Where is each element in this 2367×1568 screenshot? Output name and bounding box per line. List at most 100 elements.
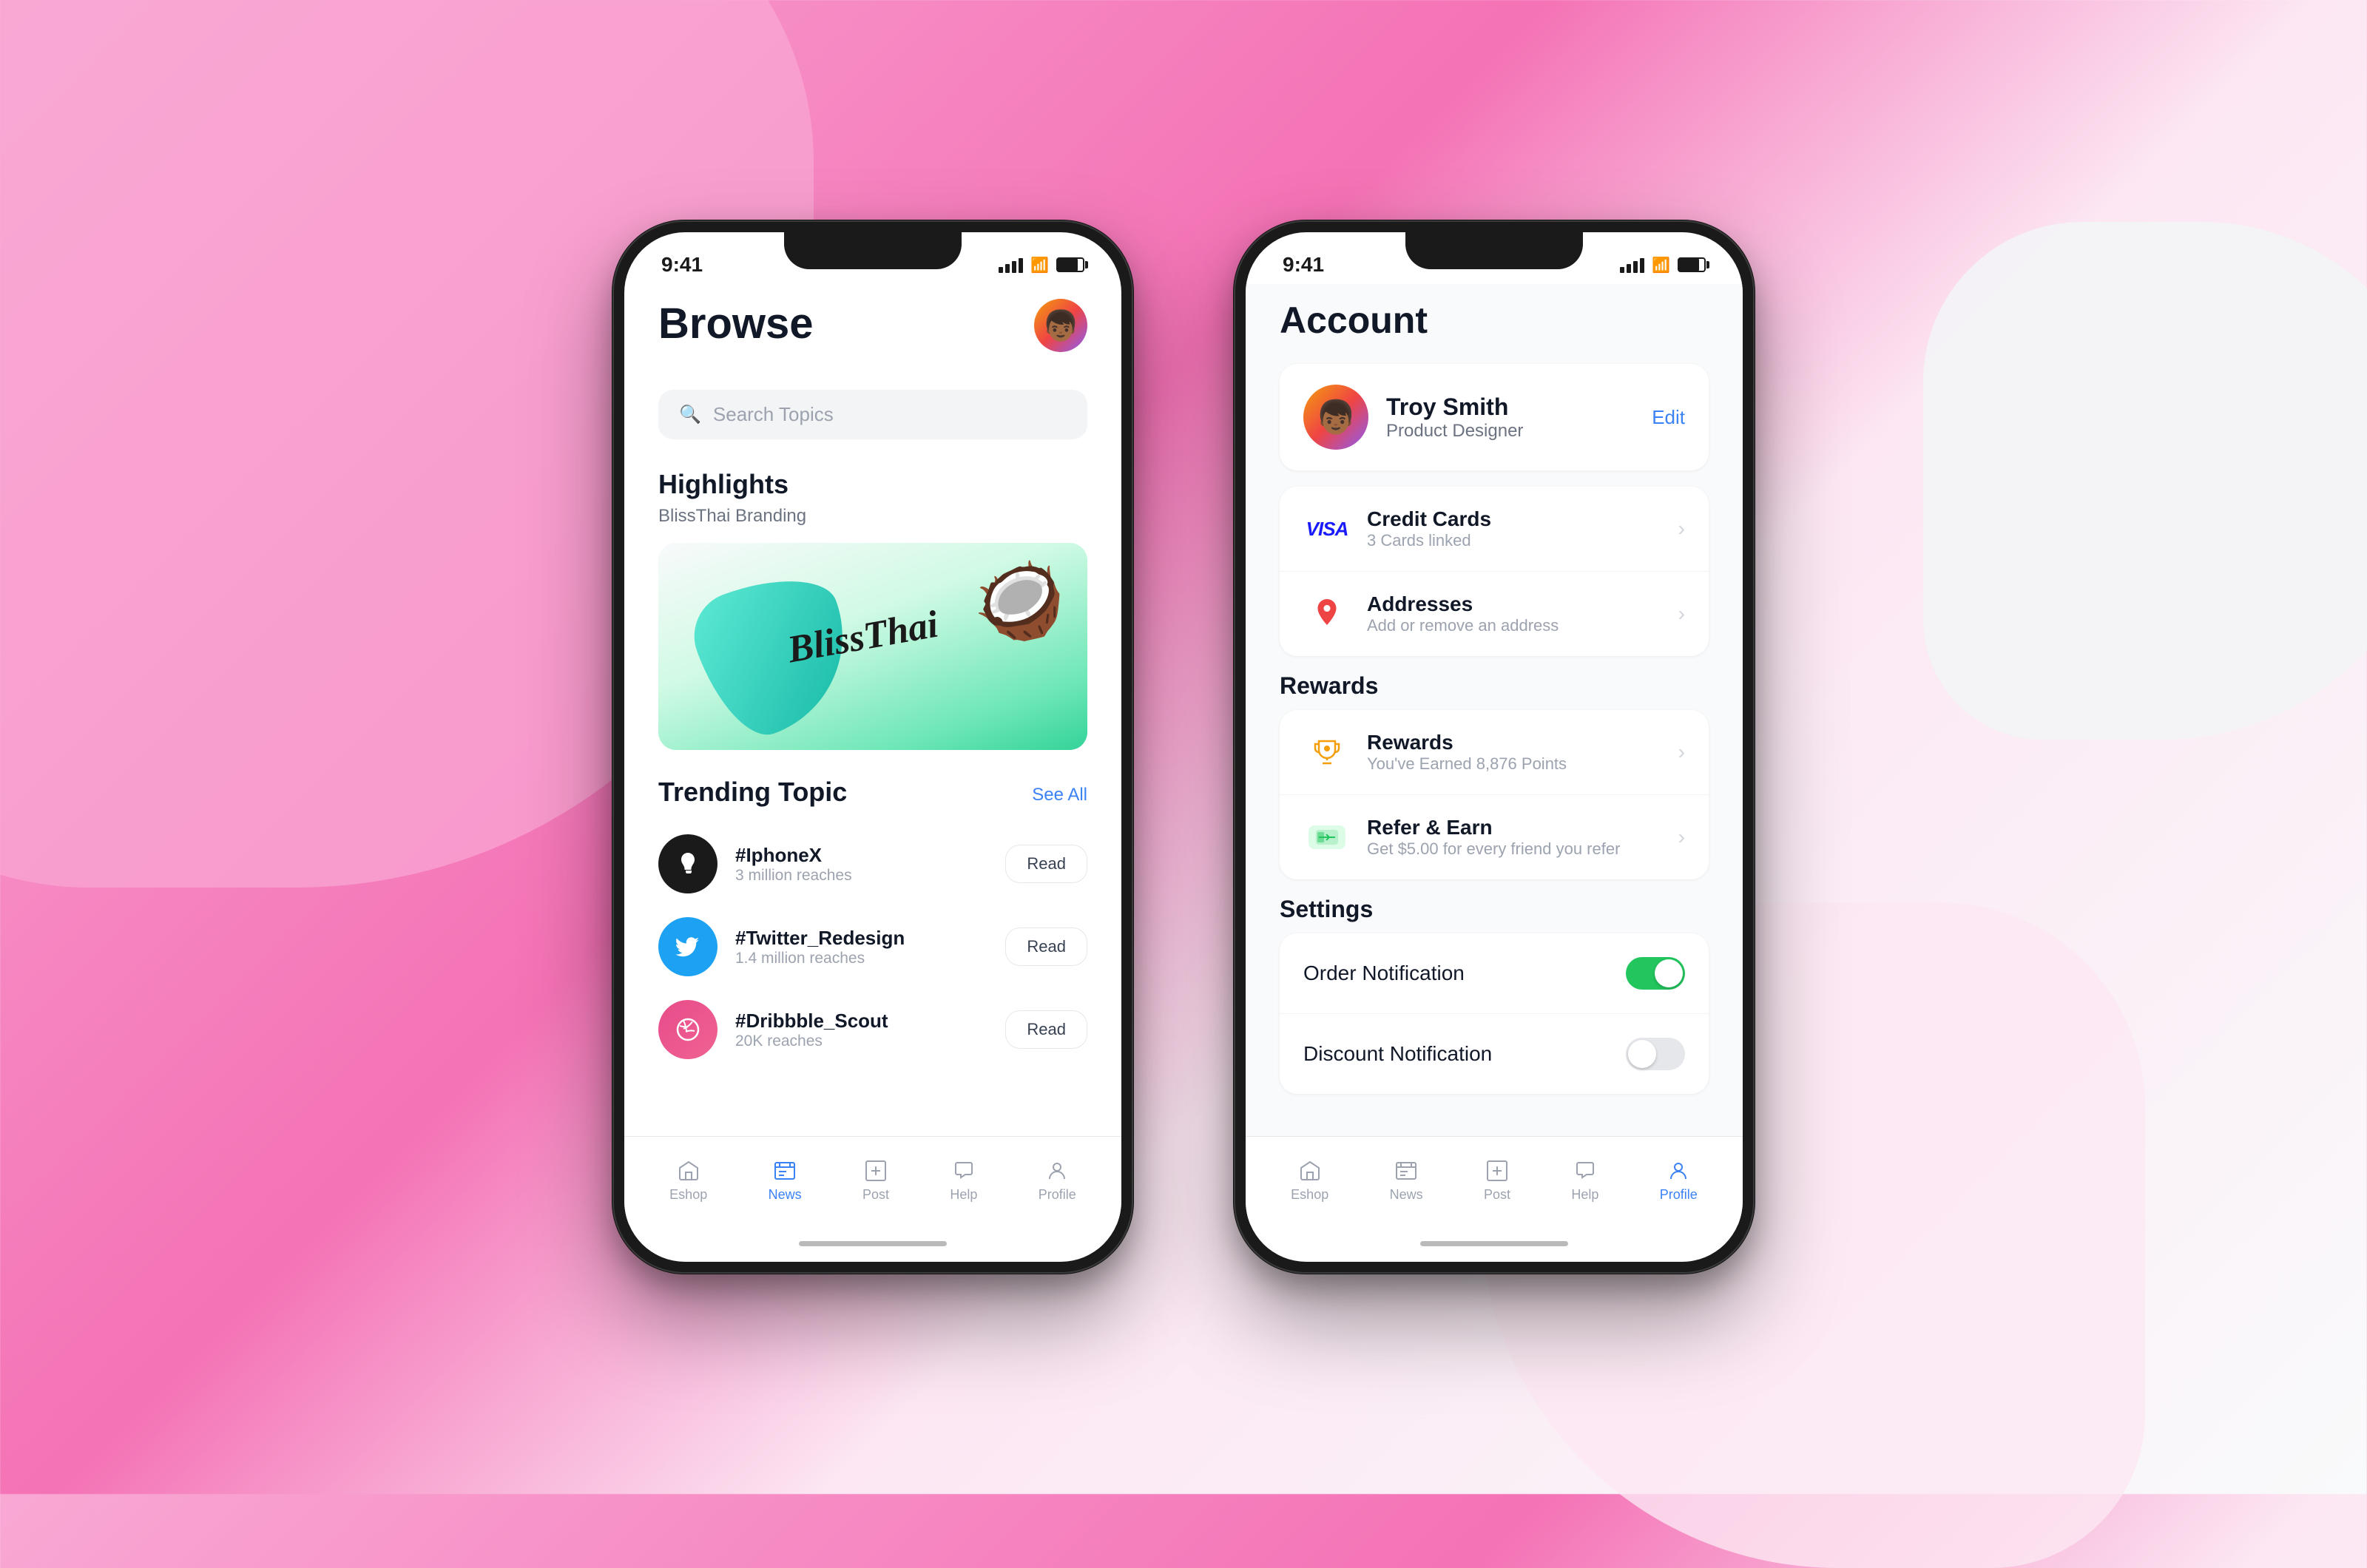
battery-icon-browse bbox=[1056, 257, 1084, 272]
profile-name: Troy Smith bbox=[1386, 393, 1634, 421]
see-all-btn[interactable]: See All bbox=[1032, 785, 1087, 805]
browse-content: Browse 👦🏾 🔍 Search Topics Highlights Bli… bbox=[624, 284, 1121, 1136]
rewards-item[interactable]: Rewards You've Earned 8,876 Points › bbox=[1280, 710, 1709, 795]
phones-container: 9:41 📶 bbox=[614, 222, 1753, 1272]
home-indicator-browse bbox=[624, 1225, 1121, 1262]
tab-news-browse[interactable]: News bbox=[769, 1159, 802, 1203]
topic-info-1: #IphoneX 3 million reaches bbox=[735, 844, 987, 885]
topic-reach-2: 1.4 million reaches bbox=[735, 950, 987, 967]
read-btn-3[interactable]: Read bbox=[1005, 1010, 1087, 1049]
rewards-menu-section: Rewards You've Earned 8,876 Points › bbox=[1280, 710, 1709, 879]
credit-cards-text: Credit Cards 3 Cards linked bbox=[1367, 507, 1662, 550]
order-notification-label: Order Notification bbox=[1303, 962, 1626, 985]
tab-eshop-browse[interactable]: Eshop bbox=[669, 1159, 707, 1203]
tab-help-browse[interactable]: Help bbox=[950, 1159, 977, 1203]
apple-icon bbox=[658, 834, 717, 893]
rewards-text: Rewards You've Earned 8,876 Points bbox=[1367, 731, 1662, 774]
tab-news-label-browse: News bbox=[769, 1187, 802, 1203]
notch-account bbox=[1405, 232, 1583, 269]
tab-eshop-label-browse: Eshop bbox=[669, 1187, 707, 1203]
topic-reach-1: 3 million reaches bbox=[735, 867, 987, 885]
status-time-account: 9:41 bbox=[1283, 253, 1324, 277]
discount-notification-label: Discount Notification bbox=[1303, 1042, 1626, 1066]
rewards-section-label: Rewards bbox=[1280, 672, 1709, 700]
signal-icon-account bbox=[1620, 257, 1644, 273]
tab-profile-account[interactable]: Profile bbox=[1660, 1159, 1698, 1203]
refer-earn-item[interactable]: Refer & Earn Get $5.00 for every friend … bbox=[1280, 795, 1709, 879]
status-time-browse: 9:41 bbox=[661, 253, 703, 277]
account-scroll: Account 👦🏾 Troy Smith Product Designer E… bbox=[1246, 284, 1743, 1136]
highlights-subtitle: BlissThai Branding bbox=[658, 506, 1087, 527]
search-bar[interactable]: 🔍 Search Topics bbox=[658, 390, 1087, 439]
topic-name-2: #Twitter_Redesign bbox=[735, 927, 987, 950]
tab-help-label-browse: Help bbox=[950, 1187, 977, 1203]
browse-header: Browse 👦🏾 bbox=[658, 299, 1087, 369]
trophy-icon bbox=[1303, 737, 1351, 767]
tab-news-label-account: News bbox=[1390, 1187, 1423, 1203]
tab-profile-browse[interactable]: Profile bbox=[1039, 1159, 1076, 1203]
tab-post-label-browse: Post bbox=[862, 1187, 889, 1203]
refer-text: Refer & Earn Get $5.00 for every friend … bbox=[1367, 816, 1662, 859]
account-menu-section: VISA Credit Cards 3 Cards linked › bbox=[1280, 487, 1709, 656]
trending-item-2: #Twitter_Redesign 1.4 million reaches Re… bbox=[658, 917, 1087, 976]
profile-role: Product Designer bbox=[1386, 421, 1634, 442]
credit-cards-item[interactable]: VISA Credit Cards 3 Cards linked › bbox=[1280, 487, 1709, 572]
search-icon: 🔍 bbox=[679, 404, 701, 425]
bg-blob-gray bbox=[1923, 222, 2367, 740]
topic-reach-3: 20K reaches bbox=[735, 1033, 987, 1050]
account-title: Account bbox=[1280, 299, 1709, 342]
tab-profile-label-browse: Profile bbox=[1039, 1187, 1076, 1203]
rewards-title: Rewards bbox=[1367, 731, 1662, 754]
status-icons-account: 📶 bbox=[1620, 256, 1706, 274]
tab-news-account[interactable]: News bbox=[1390, 1159, 1423, 1203]
search-placeholder: Search Topics bbox=[713, 403, 834, 426]
chevron-addresses: › bbox=[1678, 602, 1685, 626]
tab-profile-label-account: Profile bbox=[1660, 1187, 1698, 1203]
trending-section: Trending Topic See All #IphoneX bbox=[658, 777, 1087, 1059]
wifi-icon-browse: 📶 bbox=[1030, 256, 1049, 274]
profile-card[interactable]: 👦🏾 Troy Smith Product Designer Edit bbox=[1280, 364, 1709, 470]
tab-eshop-account[interactable]: Eshop bbox=[1291, 1159, 1328, 1203]
phone-account: 9:41 📶 Account bbox=[1235, 222, 1753, 1272]
notch-browse bbox=[784, 232, 962, 269]
tab-post-browse[interactable]: Post bbox=[862, 1159, 889, 1203]
battery-icon-account bbox=[1678, 257, 1706, 272]
order-notification-toggle[interactable] bbox=[1626, 957, 1685, 990]
chevron-refer: › bbox=[1678, 825, 1685, 849]
topic-info-2: #Twitter_Redesign 1.4 million reaches bbox=[735, 927, 987, 967]
highlights-title: Highlights bbox=[658, 469, 1087, 500]
twitter-icon bbox=[658, 917, 717, 976]
settings-section: Order Notification Discount Notification bbox=[1280, 933, 1709, 1094]
read-btn-1[interactable]: Read bbox=[1005, 845, 1087, 883]
wifi-icon-account: 📶 bbox=[1652, 256, 1670, 274]
user-avatar-browse[interactable]: 👦🏾 bbox=[1034, 299, 1087, 352]
tab-help-account[interactable]: Help bbox=[1571, 1159, 1598, 1203]
topic-info-3: #Dribbble_Scout 20K reaches bbox=[735, 1010, 987, 1050]
trending-header: Trending Topic See All bbox=[658, 777, 1087, 814]
signal-icon-browse bbox=[999, 257, 1023, 273]
coconut-icon: 🥥 bbox=[973, 558, 1065, 644]
browse-title: Browse bbox=[658, 299, 814, 348]
read-btn-2[interactable]: Read bbox=[1005, 927, 1087, 966]
account-content: Account 👦🏾 Troy Smith Product Designer E… bbox=[1246, 284, 1743, 1136]
tab-eshop-label-account: Eshop bbox=[1291, 1187, 1328, 1203]
topic-name-1: #IphoneX bbox=[735, 844, 987, 867]
tab-post-account[interactable]: Post bbox=[1484, 1159, 1510, 1203]
discount-notification-item: Discount Notification bbox=[1280, 1014, 1709, 1094]
tab-bar-browse: Eshop News Post bbox=[624, 1136, 1121, 1225]
chevron-rewards: › bbox=[1678, 740, 1685, 764]
highlight-card[interactable]: BlissThai 🥥 bbox=[658, 543, 1087, 750]
phone-browse-inner: 9:41 📶 bbox=[624, 232, 1121, 1262]
chevron-credit-cards: › bbox=[1678, 517, 1685, 541]
browse-scroll: Browse 👦🏾 🔍 Search Topics Highlights Bli… bbox=[624, 284, 1121, 1136]
visa-icon: VISA bbox=[1303, 514, 1351, 544]
location-icon bbox=[1303, 599, 1351, 629]
rewards-subtitle: You've Earned 8,876 Points bbox=[1367, 754, 1662, 774]
refer-title: Refer & Earn bbox=[1367, 816, 1662, 839]
discount-notification-toggle[interactable] bbox=[1626, 1038, 1685, 1070]
trending-item-3: #Dribbble_Scout 20K reaches Read bbox=[658, 1000, 1087, 1059]
tab-bar-account: Eshop News Post bbox=[1246, 1136, 1743, 1225]
edit-button[interactable]: Edit bbox=[1652, 406, 1685, 429]
addresses-item[interactable]: Addresses Add or remove an address › bbox=[1280, 572, 1709, 656]
addresses-subtitle: Add or remove an address bbox=[1367, 616, 1662, 635]
